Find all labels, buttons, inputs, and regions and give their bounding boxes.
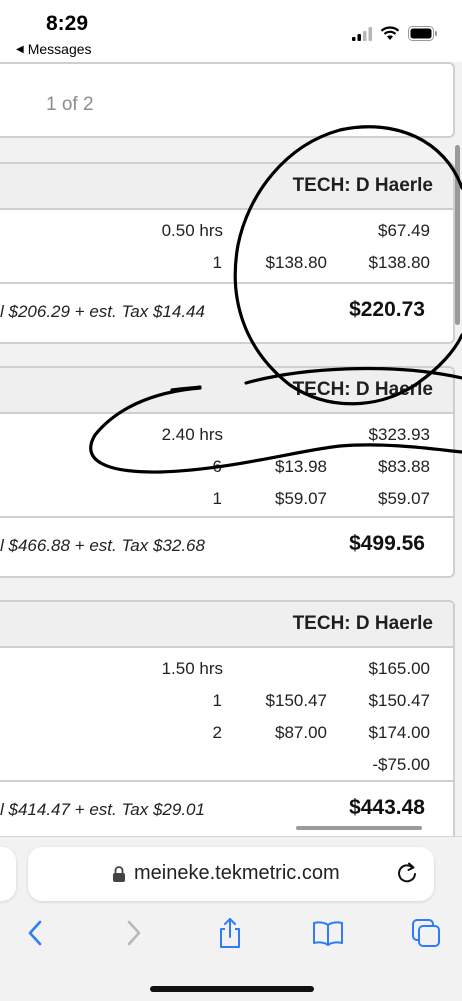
url-text: meineke.tekmetric.com — [134, 862, 340, 884]
status-bar: 8:29 ◀ Messages — [0, 0, 462, 62]
line-item: 2.40 hrs $323.93 — [0, 419, 453, 451]
line-total: $150.47 — [368, 691, 430, 710]
line-unit-price: $87.00 — [275, 723, 327, 742]
labor-hours: 2.40 hrs — [161, 425, 223, 444]
card-header: TECH: D Haerle — [0, 164, 453, 210]
line-qty: 1 — [212, 489, 222, 508]
status-time: 8:29 — [46, 12, 89, 35]
card-total: $499.56 — [349, 532, 425, 555]
bookmarks-icon — [313, 921, 343, 946]
tabs-button[interactable] — [408, 915, 444, 951]
line-qty: 1 — [212, 691, 222, 710]
subtotal-tax: l $466.88 + est. Tax $32.68 — [0, 536, 205, 555]
line-total: $165.00 — [368, 659, 430, 678]
card-footer: l $466.88 + est. Tax $32.68 $499.56 — [0, 516, 453, 576]
system-icons — [352, 26, 438, 41]
card-header: TECH: D Haerle — [0, 368, 453, 414]
battery-icon — [408, 26, 437, 41]
back-to-messages-label: Messages — [27, 41, 92, 57]
line-total: $323.93 — [368, 425, 430, 444]
home-indicator[interactable] — [150, 986, 314, 992]
bookmarks-button[interactable] — [310, 915, 346, 951]
line-unit-price: $13.98 — [275, 457, 327, 476]
discount-total: -$75.00 — [372, 755, 430, 774]
subtotal-tax: l $414.47 + est. Tax $29.01 — [0, 800, 205, 819]
browser-bottom-bar: meineke.tekmetric.com — [0, 836, 462, 1001]
line-qty: 2 — [212, 723, 222, 742]
wifi-icon — [380, 26, 400, 40]
tabs-icon — [412, 919, 440, 947]
tech-label: TECH: D Haerle — [292, 379, 433, 400]
back-button[interactable] — [17, 915, 53, 951]
line-qty: 1 — [212, 253, 222, 272]
share-button[interactable] — [212, 915, 248, 951]
line-total: $67.49 — [378, 221, 430, 240]
line-item: 0.50 hrs $67.49 — [0, 215, 453, 247]
back-to-messages[interactable]: ◀ Messages — [16, 41, 92, 57]
card-total: $443.48 — [349, 796, 425, 819]
line-unit-price: $138.80 — [265, 253, 327, 272]
card-footer: l $206.29 + est. Tax $14.44 $220.73 — [0, 282, 453, 342]
forward-icon — [127, 920, 141, 946]
labor-hours: 0.50 hrs — [161, 221, 223, 240]
line-item: -$75.00 — [0, 749, 453, 781]
back-triangle-icon: ◀ — [16, 43, 24, 55]
line-item: 1 $138.80 $138.80 — [0, 247, 453, 279]
line-unit-price: $150.47 — [265, 691, 327, 710]
cellular-signal-icon — [352, 26, 372, 41]
line-qty: 6 — [212, 457, 222, 476]
tech-label: TECH: D Haerle — [292, 613, 433, 634]
card-total: $220.73 — [349, 298, 425, 321]
tech-label: TECH: D Haerle — [292, 175, 433, 196]
line-total: $59.07 — [378, 489, 430, 508]
line-total: $174.00 — [368, 723, 430, 742]
share-icon — [220, 918, 240, 948]
line-item: 2 $87.00 $174.00 — [0, 717, 453, 749]
job-card: TECH: D Haerle 1.50 hrs $165.00 1 $150.4… — [0, 600, 455, 836]
line-total: $83.88 — [378, 457, 430, 476]
pager: 1 of 2 — [0, 62, 455, 138]
labor-hours: 1.50 hrs — [161, 659, 223, 678]
line-item: 1 $150.47 $150.47 — [0, 685, 453, 717]
subtotal-tax: l $206.29 + est. Tax $14.44 — [0, 302, 205, 321]
line-item: 1.50 hrs $165.00 — [0, 653, 453, 685]
horizontal-scroll-indicator[interactable] — [296, 826, 422, 830]
lock-icon — [113, 866, 125, 882]
line-unit-price: $59.07 — [275, 489, 327, 508]
reload-icon[interactable] — [396, 861, 418, 885]
address-bar[interactable]: meineke.tekmetric.com — [28, 847, 434, 901]
job-card: TECH: D Haerle 0.50 hrs $67.49 1 $138.80… — [0, 162, 455, 344]
card-header: TECH: D Haerle — [0, 602, 453, 648]
previous-tab-preview[interactable] — [0, 847, 16, 901]
pager-label: 1 of 2 — [46, 94, 94, 115]
browser-toolbar — [0, 909, 462, 957]
back-icon — [28, 920, 42, 946]
vertical-scrollbar[interactable] — [455, 145, 460, 325]
forward-button[interactable] — [116, 915, 152, 951]
line-total: $138.80 — [368, 253, 430, 272]
job-card: TECH: D Haerle 2.40 hrs $323.93 6 $13.98… — [0, 366, 455, 578]
line-item: 1 $59.07 $59.07 — [0, 483, 453, 515]
line-item: 6 $13.98 $83.88 — [0, 451, 453, 483]
